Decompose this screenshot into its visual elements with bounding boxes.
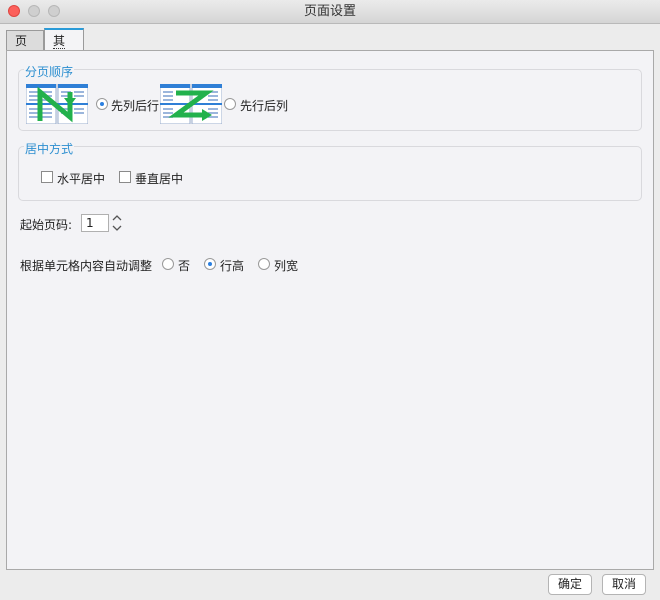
centering-group: 居中方式 水平居中 垂直居中 bbox=[18, 140, 642, 201]
start-page-label: 起始页码: bbox=[20, 218, 73, 232]
horizontal-center-checkbox[interactable] bbox=[41, 171, 53, 183]
auto-adjust-column-width-radio[interactable] bbox=[258, 258, 270, 270]
auto-adjust-none-radio[interactable] bbox=[162, 258, 174, 270]
auto-adjust-none-label: 否 bbox=[178, 259, 191, 273]
column-first-order-icon[interactable] bbox=[26, 84, 88, 124]
auto-adjust-column-width-label: 列宽 bbox=[274, 259, 299, 273]
page-order-legend: 分页顺序 bbox=[24, 63, 75, 80]
auto-adjust-row-height-label: 行高 bbox=[220, 259, 245, 273]
start-page-input[interactable]: 1 bbox=[81, 214, 109, 232]
auto-adjust-label: 根据单元格内容自动调整 bbox=[20, 259, 153, 273]
auto-adjust-row-height-radio[interactable] bbox=[204, 258, 216, 270]
cancel-button[interactable]: 取消 bbox=[602, 574, 646, 595]
vertical-center-checkbox[interactable] bbox=[119, 171, 131, 183]
row-first-label: 先行后列 bbox=[240, 99, 289, 113]
row-first-order-icon[interactable] bbox=[160, 84, 222, 124]
tab-page[interactable]: 页面 bbox=[6, 30, 44, 68]
column-first-label: 先列后行 bbox=[111, 99, 160, 113]
page-order-group: 分页顺序 先列后行 先行后列 bbox=[18, 63, 642, 131]
row-first-radio[interactable] bbox=[224, 98, 236, 110]
title-bar: 页面设置 bbox=[0, 0, 660, 24]
centering-legend: 居中方式 bbox=[24, 140, 75, 157]
column-first-radio[interactable] bbox=[96, 98, 108, 110]
window-title: 页面设置 bbox=[303, 4, 356, 19]
tab-other[interactable]: 其他 bbox=[44, 28, 84, 71]
horizontal-center-label: 水平居中 bbox=[57, 172, 106, 186]
page-setup-dialog: 页面设置 页面 其他 分页顺序 bbox=[0, 0, 660, 600]
start-page-stepper[interactable] bbox=[110, 213, 124, 233]
vertical-center-label: 垂直居中 bbox=[135, 172, 184, 186]
ok-button[interactable]: 确定 bbox=[548, 574, 592, 595]
tab-panel-other: 分页顺序 先列后行 先行后列 居中方式 水平居中 垂直居中 起始页码: 1 根据… bbox=[6, 50, 654, 570]
